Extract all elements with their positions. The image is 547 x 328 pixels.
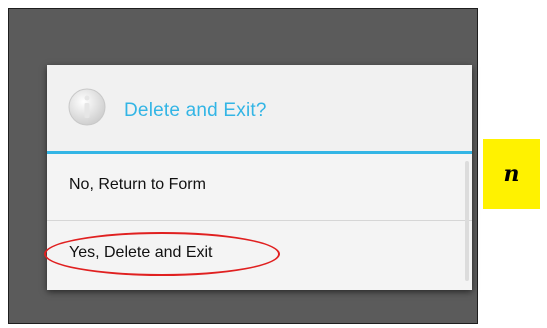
highlight-ellipse: [44, 232, 280, 276]
return-to-form-label: No, Return to Form: [69, 176, 206, 193]
dialog-title: Delete and Exit?: [124, 100, 267, 121]
annotation-badge-text: n: [503, 161, 520, 187]
return-to-form-button[interactable]: No, Return to Form: [47, 154, 472, 221]
info-icon: [67, 87, 107, 127]
annotation-badge: n: [483, 139, 540, 209]
scrollbar[interactable]: [465, 161, 469, 281]
dialog-header: Delete and Exit?: [47, 65, 472, 151]
